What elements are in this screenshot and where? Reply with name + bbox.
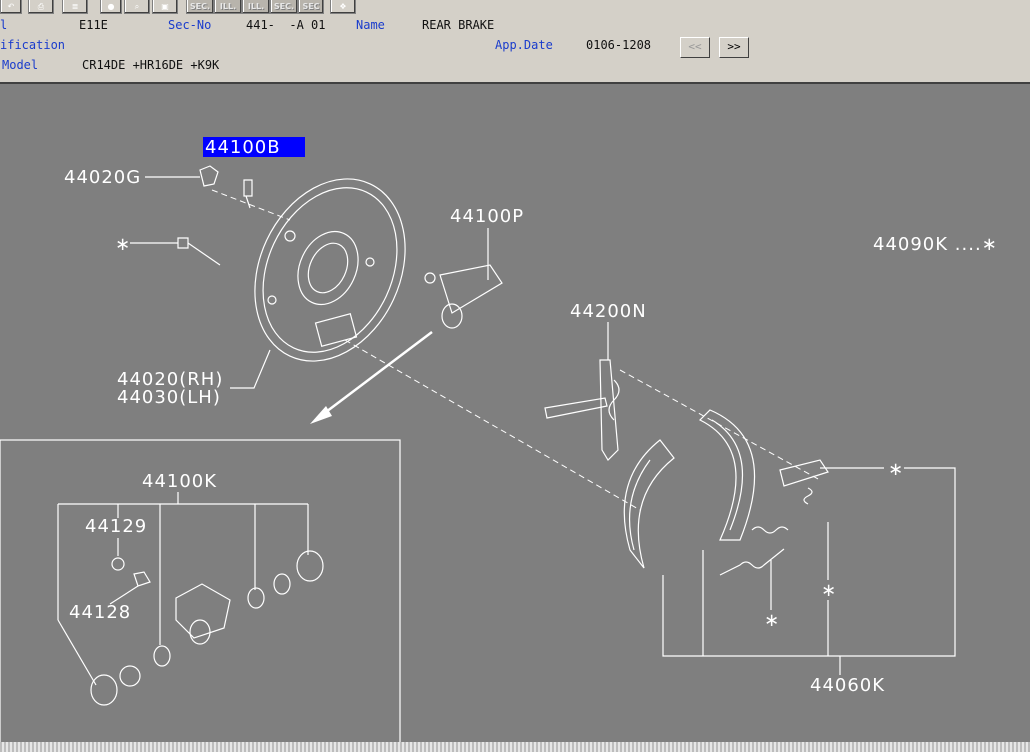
ill-button-1[interactable]: ILL. [214, 0, 242, 14]
book-icon[interactable]: ▣ [152, 0, 178, 14]
asterisk-44060K-top: ∗ [888, 459, 904, 480]
record-icon[interactable]: ● [100, 0, 122, 14]
app-date-label: App.Date [495, 38, 553, 52]
ill-button-2[interactable]: ILL. [242, 0, 270, 14]
asterisk-bolt: ∗ [115, 234, 131, 255]
sec-button-2[interactable]: SEC. [270, 0, 298, 14]
back-icon[interactable]: ↶ [0, 0, 22, 14]
header-bar: ↶ ⎙ ≣ ● ⌕ ▣ SEC. ILL. ILL. SEC. SEC ❖ l … [0, 0, 1030, 84]
back-plate-drawing [254, 178, 406, 362]
wheel-cylinder-drawing [424, 264, 503, 329]
bolt-shape [177, 237, 221, 266]
wheel-cylinder-parts-drawing [90, 550, 324, 706]
app-date-value: 0106-1208 [586, 38, 652, 52]
tag-icon[interactable]: ❖ [330, 0, 356, 14]
model-label: Model [2, 58, 39, 72]
name-label: Name [356, 18, 385, 32]
asterisk-pin: ∗ [764, 610, 780, 631]
print-icon[interactable]: ⎙ [28, 0, 54, 14]
document-icon[interactable]: ≣ [62, 0, 88, 14]
part-44128[interactable]: 44128 [69, 602, 131, 623]
next-button[interactable]: >> [719, 37, 749, 58]
asterisk-spring: ∗ [821, 580, 837, 601]
bleeder-cap-shape [199, 165, 219, 187]
part-44020G[interactable]: 44020G [64, 167, 141, 188]
part-44129[interactable]: 44129 [85, 516, 147, 537]
part-44100K[interactable]: 44100K [142, 471, 217, 492]
specification-label: ification [0, 38, 66, 52]
part-44060K[interactable]: 44060K [810, 675, 885, 696]
part-44200N[interactable]: 44200N [570, 301, 647, 322]
name-value: REAR BRAKE [422, 18, 495, 32]
sec-no-label: Sec-No [168, 18, 212, 32]
adjuster-lever-drawing [544, 359, 620, 461]
brake-shoes-drawing [623, 409, 829, 576]
row1-label: l [0, 18, 8, 32]
prev-button[interactable]: << [680, 37, 710, 58]
part-44100P[interactable]: 44100P [450, 206, 524, 227]
direction-arrow [317, 331, 433, 419]
zoom-icon[interactable]: ⌕ [124, 0, 150, 14]
sec-button-1[interactable]: SEC. [186, 0, 214, 14]
parts-illustration: 44100B 44020G ∗ 44100P 44090K ....∗ 4420… [0, 137, 998, 752]
part-44090K[interactable]: 44090K ....∗ [873, 234, 998, 255]
bleeder-screw-shape [243, 179, 253, 209]
sec-button-3[interactable]: SEC [298, 0, 324, 14]
bottom-border [0, 742, 1030, 752]
part-44100B[interactable]: 44100B [205, 137, 281, 158]
sec-no-value: 441- -A 01 [246, 18, 326, 32]
part-44030LH[interactable]: 44030(LH) [117, 387, 221, 408]
model-value: CR14DE +HR16DE +K9K [82, 58, 220, 72]
catalog-code: E11E [79, 18, 108, 32]
